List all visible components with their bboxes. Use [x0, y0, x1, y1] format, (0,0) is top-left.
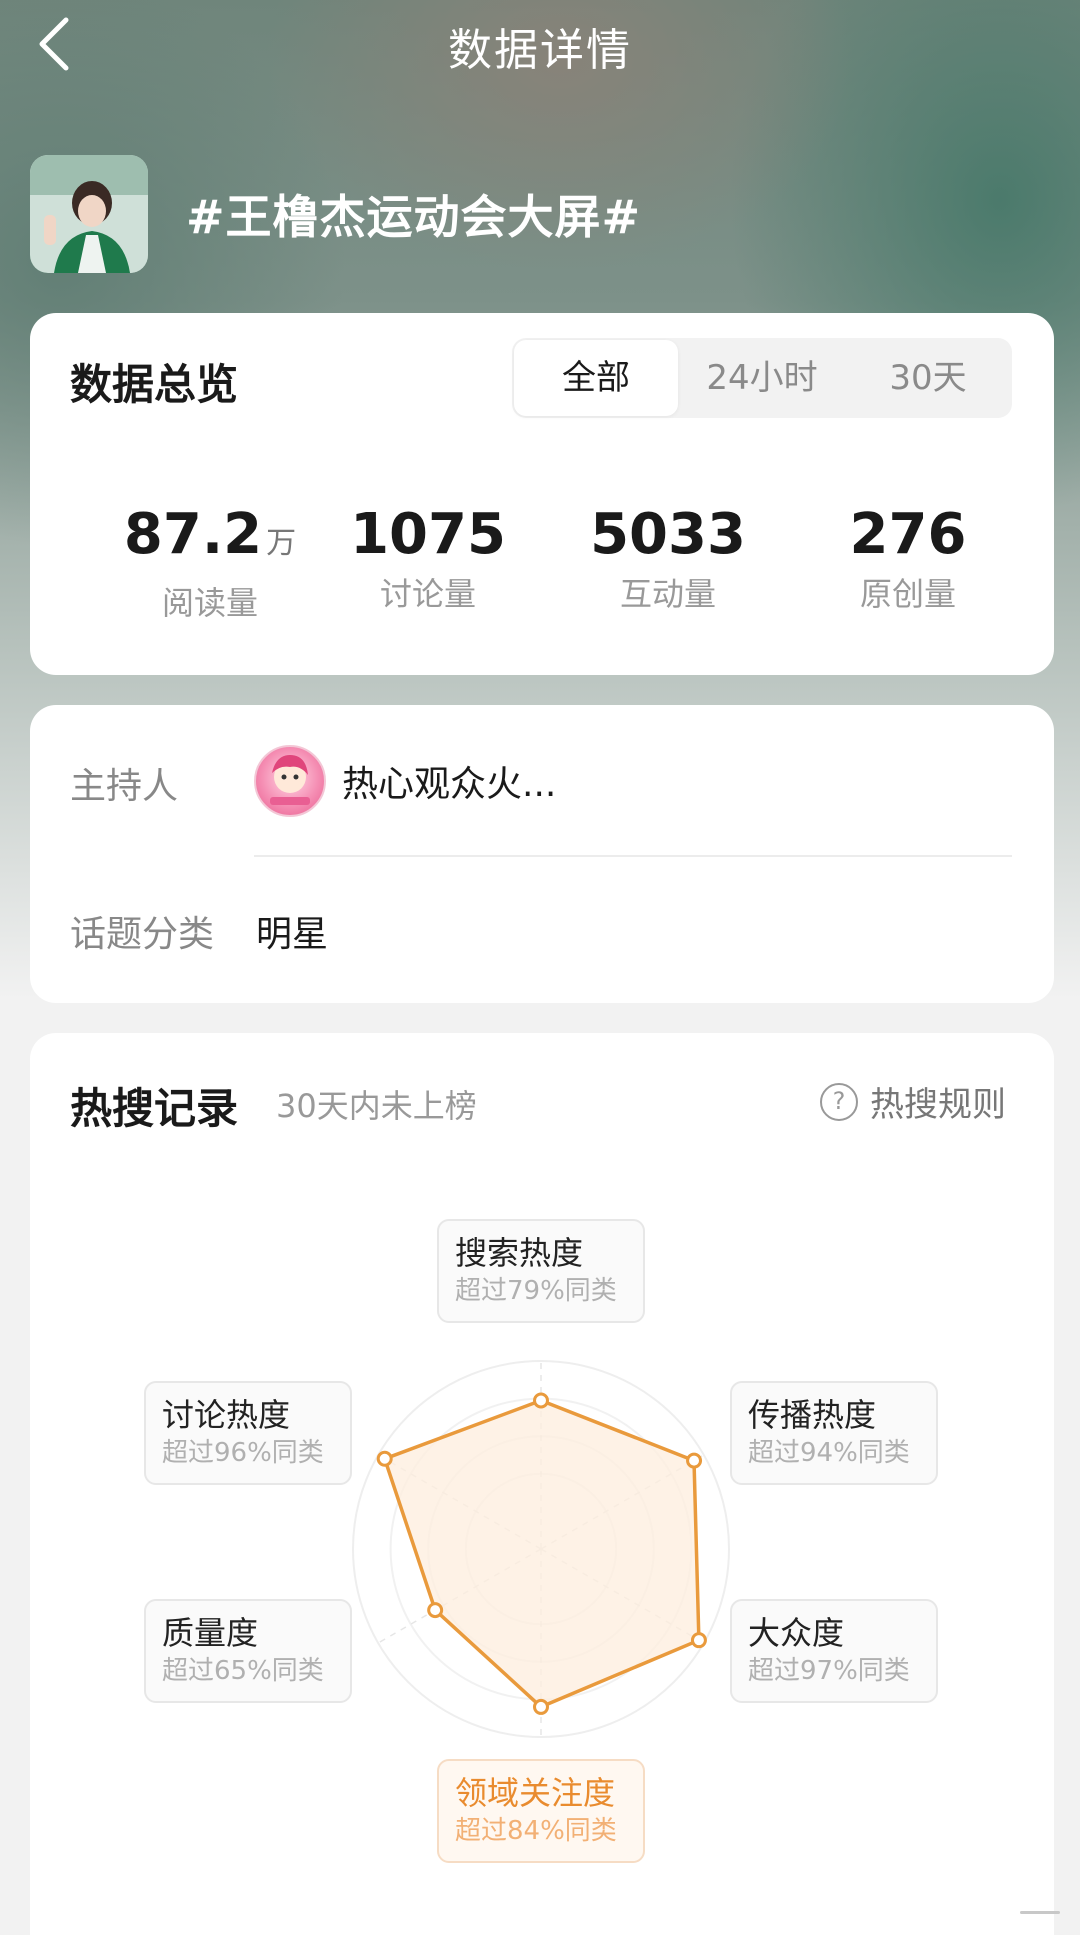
- dimension-name: 领域关注度: [455, 1774, 616, 1812]
- radar-point: [533, 1698, 549, 1715]
- dimension-search-heat[interactable]: 搜索热度 超过79%同类: [437, 1219, 645, 1323]
- category-value: 明星: [256, 914, 329, 955]
- radar-point: [686, 1452, 703, 1469]
- dimension-percentile: 超过65%同类: [162, 1656, 324, 1686]
- stat-value: 276: [849, 502, 967, 567]
- stat-value: 87.2: [123, 502, 263, 567]
- radar-point: [376, 1450, 393, 1467]
- stat-originals: 276 原创量: [788, 503, 1028, 615]
- stat-label: 原创量: [859, 575, 956, 613]
- radar-point: [533, 1392, 549, 1409]
- radar-point: [427, 1602, 444, 1619]
- category-label: 话题分类: [70, 914, 215, 955]
- host-name[interactable]: 热心观众火...: [342, 755, 556, 807]
- dimension-percentile: 超过96%同类: [162, 1438, 324, 1468]
- dimension-quality[interactable]: 质量度 超过65%同类: [144, 1599, 352, 1703]
- dimension-name: 大众度: [748, 1614, 845, 1652]
- dimension-name: 搜索热度: [455, 1234, 584, 1272]
- dimension-popularity[interactable]: 大众度 超过97%同类: [730, 1599, 938, 1703]
- tab-30d[interactable]: 30天: [846, 338, 1010, 418]
- top-bar: 数据详情: [0, 0, 1080, 88]
- overview-card: 数据总览 全部 24小时 30天 87.2 万 阅读量 1075 讨论量 5033…: [30, 313, 1054, 675]
- topic-title: #王橹杰运动会大屏#: [186, 190, 642, 244]
- stat-interactions: 5033 互动量: [548, 503, 788, 615]
- radar-value-area: [382, 1398, 701, 1709]
- page-title: 数据详情: [448, 25, 632, 76]
- tab-all[interactable]: 全部: [514, 340, 678, 416]
- dimension-name: 质量度: [162, 1614, 259, 1652]
- stat-value: 5033: [590, 502, 746, 567]
- home-indicator: [1020, 1911, 1060, 1914]
- stat-label: 讨论量: [379, 575, 476, 613]
- dimension-percentile: 超过97%同类: [748, 1656, 910, 1686]
- host-info-card: 主持人 热心观众火... 话题分类 明星: [30, 705, 1054, 1003]
- dimension-domain-attention[interactable]: 领域关注度 超过84%同类: [437, 1759, 645, 1863]
- dimension-percentile: 超过79%同类: [455, 1276, 617, 1306]
- host-avatar[interactable]: [254, 745, 326, 817]
- tab-24h[interactable]: 24小时: [678, 338, 846, 418]
- dimension-name: 讨论热度: [162, 1396, 291, 1434]
- stat-reads: 87.2 万 阅读量: [90, 503, 330, 624]
- overview-title: 数据总览: [70, 360, 239, 409]
- radar-point: [690, 1632, 707, 1649]
- stat-discussions: 1075 讨论量: [308, 503, 548, 615]
- hot-search-card: 热搜记录 30天内未上榜 ? 热搜规则 搜索热度 超过79%同类 传播热度 超过…: [30, 1033, 1054, 1935]
- dimension-percentile: 超过94%同类: [748, 1438, 910, 1468]
- stat-label: 互动量: [619, 575, 716, 613]
- topic-avatar: [30, 155, 148, 273]
- stat-unit: 万: [266, 526, 297, 561]
- host-label: 主持人: [70, 766, 179, 807]
- dimension-spread-heat[interactable]: 传播热度 超过94%同类: [730, 1381, 938, 1485]
- time-range-tabs: 全部 24小时 30天: [512, 338, 1012, 418]
- divider: [254, 855, 1012, 857]
- stat-value: 1075: [350, 502, 506, 567]
- stat-label: 阅读量: [161, 584, 258, 622]
- topic-header: #王橹杰运动会大屏#: [30, 155, 641, 273]
- dimension-discussion-heat[interactable]: 讨论热度 超过96%同类: [144, 1381, 352, 1485]
- dimension-name: 传播热度: [748, 1396, 877, 1434]
- dimension-percentile: 超过84%同类: [455, 1816, 617, 1846]
